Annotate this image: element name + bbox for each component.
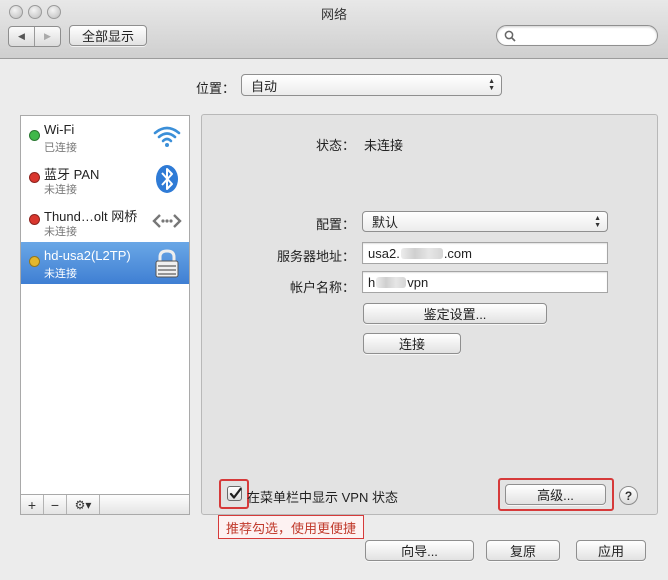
back-forward-control: ◀ ▶ bbox=[8, 26, 61, 47]
config-value: 默认 bbox=[372, 215, 399, 230]
service-list-toolbar: + − ⚙▾ bbox=[20, 494, 190, 515]
config-popup[interactable]: 默认 ▲ ▼ bbox=[362, 211, 608, 232]
title-bar: 网络 ◀ ▶ 全部显示 bbox=[0, 0, 668, 59]
service-list: Wi-Fi 已连接 蓝牙 PAN 未连接 Thund…olt 网桥 未连接 hd… bbox=[20, 115, 190, 495]
location-label: 位置： bbox=[196, 81, 236, 96]
service-name: Wi-Fi bbox=[44, 122, 75, 137]
config-label: 配置： bbox=[316, 217, 356, 232]
search-field[interactable] bbox=[496, 25, 658, 46]
revert-button[interactable]: 复原 bbox=[486, 540, 560, 561]
location-popup[interactable]: 自动 ▲ ▼ bbox=[241, 74, 502, 96]
bluetooth-icon bbox=[156, 165, 178, 193]
assist-me-button[interactable]: 向导... bbox=[365, 540, 474, 561]
help-button[interactable]: ? bbox=[619, 486, 638, 505]
account-name-field[interactable]: h vpn bbox=[362, 271, 608, 293]
connect-button[interactable]: 连接 bbox=[363, 333, 461, 354]
service-status: 未连接 bbox=[44, 184, 77, 196]
annotation-note: 推荐勾选，使用更便捷 bbox=[218, 515, 364, 539]
wifi-icon bbox=[153, 126, 181, 147]
action-menu-button[interactable]: ⚙▾ bbox=[67, 495, 100, 514]
service-status: 未连接 bbox=[44, 226, 77, 238]
server-address-suffix: .com bbox=[443, 245, 472, 261]
redacted-text bbox=[376, 276, 407, 288]
window-title: 网络 bbox=[320, 7, 347, 22]
service-status: 未连接 bbox=[44, 268, 77, 280]
location-value: 自动 bbox=[251, 78, 278, 94]
status-value: 未连接 bbox=[364, 138, 404, 153]
service-item-thunderbolt-bridge[interactable]: Thund…olt 网桥 未连接 bbox=[21, 200, 189, 242]
status-dot bbox=[29, 256, 40, 267]
account-name-label: 帐户名称： bbox=[290, 280, 356, 295]
service-item-hd-usa2-l2tp[interactable]: hd-usa2(L2TP) 未连接 bbox=[21, 242, 189, 284]
show-vpn-status-checkbox[interactable] bbox=[227, 486, 242, 501]
account-name-prefix: h bbox=[368, 274, 376, 290]
remove-service-button[interactable]: − bbox=[44, 495, 67, 514]
status-dot bbox=[29, 130, 40, 141]
add-service-button[interactable]: + bbox=[21, 495, 44, 514]
server-address-prefix: usa2. bbox=[368, 245, 400, 261]
popup-arrows-icon: ▲ ▼ bbox=[488, 78, 495, 92]
apply-button[interactable]: 应用 bbox=[576, 540, 646, 561]
server-address-label: 服务器地址： bbox=[277, 249, 356, 264]
authentication-settings-button[interactable]: 鉴定设置... bbox=[363, 303, 547, 324]
server-address-field[interactable]: usa2. .com bbox=[362, 242, 608, 264]
show-vpn-status-label: 在菜单栏中显示 VPN 状态 bbox=[247, 490, 398, 505]
status-dot bbox=[29, 172, 40, 183]
thunderbolt-bridge-icon bbox=[152, 214, 182, 228]
advanced-button[interactable]: 高级... bbox=[505, 484, 606, 505]
show-all-button[interactable]: 全部显示 bbox=[69, 25, 147, 46]
back-button[interactable]: ◀ bbox=[9, 27, 34, 46]
service-status: 已连接 bbox=[44, 142, 77, 154]
search-icon bbox=[504, 30, 516, 42]
checkmark-icon bbox=[229, 487, 242, 499]
popup-arrows-icon: ▲ ▼ bbox=[594, 215, 601, 229]
forward-button[interactable]: ▶ bbox=[34, 27, 60, 46]
vpn-lock-icon bbox=[155, 249, 179, 278]
service-item-wifi[interactable]: Wi-Fi 已连接 bbox=[21, 116, 189, 158]
redacted-text bbox=[400, 247, 443, 259]
status-dot bbox=[29, 214, 40, 225]
status-label: 状态： bbox=[316, 138, 356, 153]
service-name: hd-usa2(L2TP) bbox=[44, 248, 131, 263]
account-name-suffix: vpn bbox=[407, 274, 429, 290]
service-item-bluetooth-pan[interactable]: 蓝牙 PAN 未连接 bbox=[21, 158, 189, 200]
